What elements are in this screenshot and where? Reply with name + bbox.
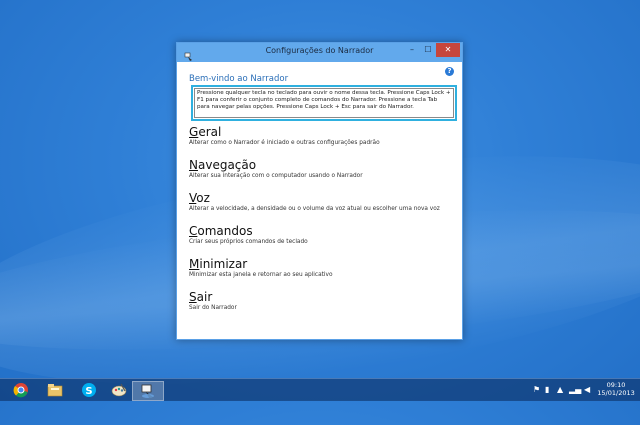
option-minimizar-title[interactable]: Minimizar — [189, 257, 333, 271]
option-sair-label: air — [196, 290, 213, 304]
option-minimizar-label: inimizar — [199, 257, 248, 271]
option-comandos-title[interactable]: Comandos — [189, 224, 308, 238]
paint-icon[interactable] — [104, 381, 134, 399]
action-center-flag-icon[interactable]: ⚑ — [533, 385, 540, 394]
option-geral-accesskey: G — [189, 125, 199, 139]
option-voz[interactable]: Voz Alterar a velocidade, a densidade ou… — [189, 191, 440, 212]
option-sair-description: Sair do Narrador — [189, 305, 237, 311]
title-bar[interactable]: Configurações do Narrador – ☐ ✕ — [177, 43, 462, 62]
welcome-heading: Bem-vindo ao Narrador — [189, 74, 289, 84]
narrator-icon[interactable] — [132, 381, 164, 401]
option-navegacao-accesskey: N — [189, 158, 198, 172]
notification-icon[interactable]: ▲ — [557, 385, 563, 394]
narrator-settings-window: Configurações do Narrador – ☐ ✕ ? Bem-vi… — [176, 42, 463, 340]
option-comandos[interactable]: Comandos Criar seus próprios comandos de… — [189, 224, 308, 245]
close-button[interactable]: ✕ — [436, 43, 460, 57]
option-sair-title[interactable]: Sair — [189, 290, 237, 304]
skype-icon[interactable]: S — [74, 381, 104, 399]
taskbar: S ⚑ ▮ ▲ ▂▄ ◀ 09:10 15/01/2013 — [0, 378, 640, 401]
signal-icon[interactable]: ▂▄ — [569, 385, 581, 394]
maximize-button[interactable]: ☐ — [421, 43, 435, 57]
option-voz-label: oz — [196, 191, 210, 205]
welcome-message[interactable]: Pressione qualquer tecla no teclado para… — [194, 88, 454, 118]
option-navegacao-title[interactable]: Navegação — [189, 158, 363, 172]
network-icon[interactable]: ▮ — [545, 385, 549, 394]
window-content: ? Bem-vindo ao Narrador Pressione qualqu… — [183, 62, 457, 333]
option-voz-title[interactable]: Voz — [189, 191, 440, 205]
svg-text:S: S — [85, 386, 92, 397]
welcome-message-focus-ring: Pressione qualquer tecla no teclado para… — [191, 85, 457, 121]
option-minimizar-description: Minimizar esta janela e retornar ao seu … — [189, 272, 333, 278]
option-sair[interactable]: Sair Sair do Narrador — [189, 290, 237, 311]
minimize-button[interactable]: – — [405, 43, 419, 57]
window-title: Configurações do Narrador — [265, 46, 374, 55]
option-geral[interactable]: Geral Alterar como o Narrador é iniciado… — [189, 125, 380, 146]
option-voz-description: Alterar a velocidade, a densidade ou o v… — [189, 206, 440, 212]
option-sair-accesskey: S — [189, 290, 197, 304]
option-geral-label: eral — [198, 125, 222, 139]
clock-date: 15/01/2013 — [597, 389, 635, 397]
file-explorer-icon[interactable] — [40, 381, 70, 399]
clock-time: 09:10 — [606, 381, 626, 389]
option-minimizar-accesskey: M — [189, 257, 200, 271]
option-navegacao-label: avegação — [197, 158, 257, 172]
option-comandos-label: omandos — [197, 224, 253, 238]
option-navegacao[interactable]: Navegação Alterar sua interação com o co… — [189, 158, 363, 179]
option-navegacao-description: Alterar sua interação com o computador u… — [189, 173, 363, 179]
system-clock[interactable]: 09:10 15/01/2013 — [594, 381, 638, 397]
option-minimizar[interactable]: Minimizar Minimizar esta janela e retorn… — [189, 257, 333, 278]
option-geral-description: Alterar como o Narrador é iniciado e out… — [189, 140, 380, 146]
chrome-icon[interactable] — [6, 381, 36, 399]
option-comandos-description: Criar seus próprios comandos de teclado — [189, 239, 308, 245]
volume-icon[interactable]: ◀ — [584, 385, 590, 394]
help-icon[interactable]: ? — [445, 67, 454, 76]
option-geral-title[interactable]: Geral — [189, 125, 380, 139]
